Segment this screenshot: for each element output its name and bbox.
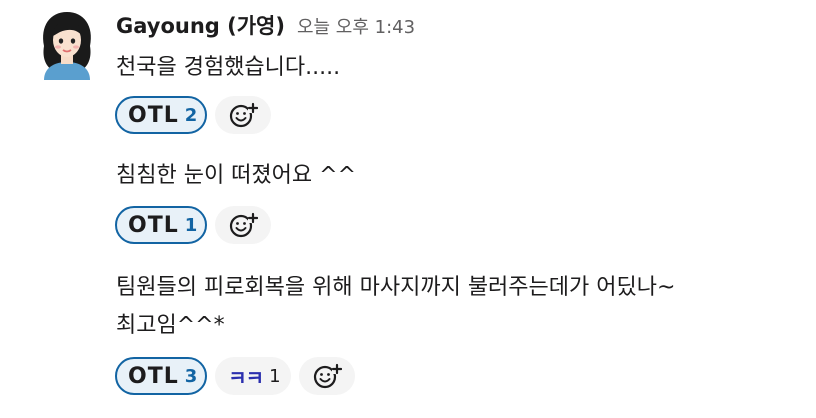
otl-emoji-icon: OTL [128,102,179,128]
reaction-otl[interactable]: OTL 3 [115,357,208,395]
reaction-kk[interactable]: ㅋㅋ 1 [215,357,291,395]
reaction-count: 3 [184,365,198,387]
message-text: 천국을 경험했습니다..... [116,55,341,80]
add-reaction-icon [313,363,342,389]
otl-emoji-icon: OTL [128,363,179,389]
add-reaction-button[interactable] [215,206,272,244]
reaction-otl[interactable]: OTL 2 [115,96,208,134]
reaction-count: 2 [184,104,198,126]
kk-emoji-icon: ㅋㅋ [228,365,264,390]
reaction-bar: OTL 2 [115,96,272,134]
timestamp[interactable]: 오늘 오후 1:43 [297,13,415,39]
message-text: 팀원들의 피로회복을 위해 마사지까지 불러주는데가 어딨나~ [116,275,676,300]
woman-avatar-icon [43,12,91,80]
add-reaction-button[interactable] [215,96,272,134]
reaction-bar: OTL 3 ㅋㅋ 1 [115,357,355,395]
otl-emoji-icon: OTL [128,212,179,238]
reaction-otl[interactable]: OTL 1 [115,206,208,244]
add-reaction-icon [230,212,259,238]
reaction-count: 1 [184,214,198,236]
avatar[interactable] [36,8,98,80]
add-reaction-button[interactable] [298,357,355,395]
message-header: Gayoung (가영) 오늘 오후 1:43 [116,10,415,42]
author-name[interactable]: Gayoung (가영) [116,10,285,40]
message-text: 최고임^^* [116,313,225,338]
chat-message: Gayoung (가영) 오늘 오후 1:43 천국을 경험했습니다..... … [0,0,816,418]
reaction-bar: OTL 1 [115,206,272,244]
message-text: 침침한 눈이 떠졌어요 ^^ [116,163,357,188]
add-reaction-icon [230,102,259,128]
reaction-count: 1 [269,365,281,387]
